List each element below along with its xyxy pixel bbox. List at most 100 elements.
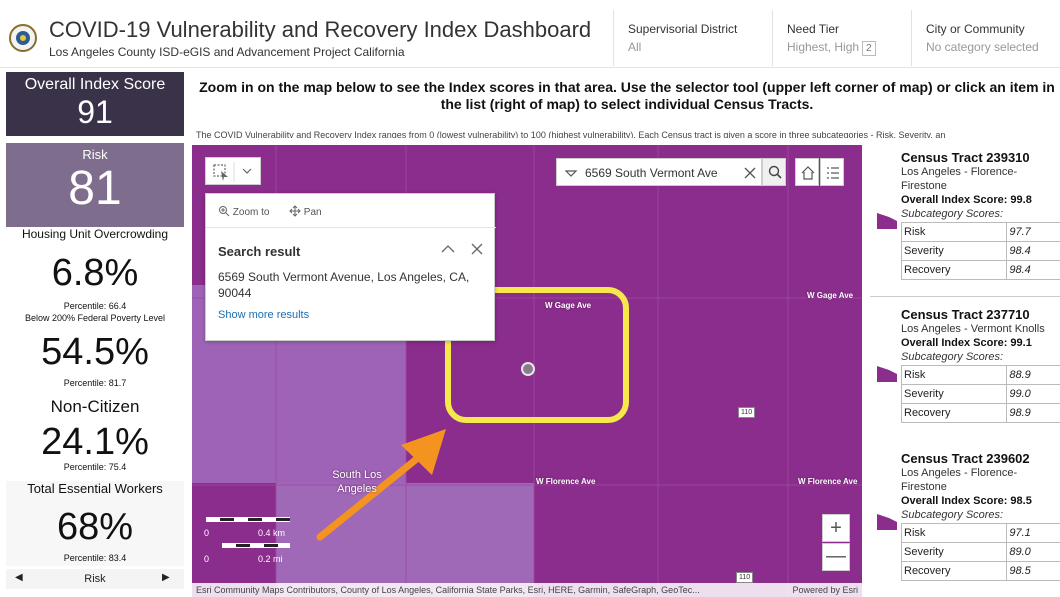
subcategory-value: 88.9: [1006, 365, 1060, 385]
metric-value: 6.8%: [51, 252, 139, 294]
neighborhood-label: South Los Angeles: [332, 469, 382, 495]
tract-list-item[interactable]: Census Tract 239310 Los Angeles - Floren…: [870, 145, 1060, 297]
index-description: The COVID Vulnerability and Recovery Ind…: [196, 129, 1060, 138]
tract-details: Census Tract 237710 Los Angeles - Vermon…: [900, 307, 1060, 423]
subcategory-name: Severity: [900, 241, 1008, 261]
subcategory-table: Risk 88.9 Severity 99.0 Recovery 98.9: [900, 365, 1060, 423]
tract-name: Census Tract 239310: [901, 150, 1030, 165]
search-source-dropdown-icon[interactable]: [557, 159, 585, 187]
tract-overall-score: Overall Index Score: 99.8: [901, 194, 1032, 206]
zoom-in-button[interactable]: +: [822, 514, 850, 542]
app-subtitle: Los Angeles County ISD-eGIS and Advancem…: [49, 45, 405, 59]
table-row: Risk 88.9: [900, 365, 1060, 385]
highway-shield: 110: [736, 572, 754, 583]
selector-tool[interactable]: [205, 157, 261, 185]
zoom-out-button[interactable]: —: [822, 543, 850, 571]
metric-percentile: Percentile: 66.4: [63, 301, 127, 311]
popup-address: 6569 South Vermont Avenue, Los Angeles, …: [218, 270, 470, 300]
table-row: Risk 97.7: [900, 222, 1060, 242]
overall-index-value: 91: [77, 94, 113, 130]
subcategory-name: Recovery: [900, 403, 1008, 423]
filter-need-tier[interactable]: Need Tier Highest, High 2: [772, 10, 910, 66]
overall-index-score-panel: Overall Index Score 91: [6, 72, 184, 136]
tract-fill-high: [192, 483, 276, 597]
filter-value-wrap: Highest, High 2: [787, 40, 910, 56]
home-button[interactable]: [795, 158, 819, 186]
metric-value: 24.1%: [41, 421, 149, 463]
clear-search-icon[interactable]: [737, 159, 765, 187]
subcategory-table: Risk 97.1 Severity 89.0 Recovery 98.5: [900, 523, 1060, 581]
selected-count-badge: 2: [862, 41, 876, 56]
tract-details: Census Tract 239310 Los Angeles - Floren…: [900, 150, 1060, 280]
tract-details: Census Tract 239602 Los Angeles - Floren…: [900, 451, 1060, 581]
attribution-text: Esri Community Maps Contributors, County…: [196, 585, 700, 595]
app-header: COVID-19 Vulnerability and Recovery Inde…: [0, 0, 1060, 68]
subcategory-value: 98.5: [1006, 561, 1060, 581]
filter-value: All: [628, 40, 642, 54]
pan-icon: [289, 205, 301, 217]
pan-label: Pan: [303, 207, 322, 218]
tract-place: Los Angeles - Florence-Firestone: [901, 467, 1018, 493]
tract-symbol-icon: [877, 366, 897, 382]
map-search-box[interactable]: [556, 158, 762, 186]
search-result-popup: Zoom to Pan Search result 6569 South Ver…: [205, 193, 496, 341]
tract-list-item[interactable]: Census Tract 239602 Los Angeles - Floren…: [870, 446, 1060, 597]
search-button[interactable]: [762, 158, 786, 186]
subcategory-heading: Subcategory Scores:: [901, 208, 1004, 220]
subcategory-table: Risk 97.7 Severity 98.4 Recovery 98.4: [900, 222, 1060, 280]
metric-essential-workers: Total Essential Workers 68% Percentile: …: [6, 481, 184, 566]
subcategory-name: Severity: [900, 542, 1008, 562]
table-row: Recovery 98.4: [900, 260, 1060, 280]
scale-km-label: 0.4 km: [258, 528, 286, 538]
collapse-popup-icon[interactable]: [440, 242, 456, 256]
metric-percentile: Percentile: 75.4: [63, 462, 127, 472]
subcategory-name: Recovery: [900, 561, 1008, 581]
subcategory-name: Risk: [900, 365, 1008, 385]
subcategory-value: 97.7: [1006, 222, 1060, 242]
list-icon: [827, 167, 839, 179]
zoom-to-action[interactable]: Zoom to: [218, 205, 269, 218]
subcategory-heading: Subcategory Scores:: [901, 509, 1004, 521]
pan-action[interactable]: Pan: [289, 205, 322, 218]
table-row: Recovery 98.5: [900, 561, 1060, 581]
filter-city-or-community[interactable]: City or Community No category selected: [911, 10, 1060, 66]
close-popup-icon[interactable]: [470, 242, 484, 256]
subcategory-value: 98.9: [1006, 403, 1060, 423]
tract-place: Los Angeles - Vermont Knolls: [901, 323, 1045, 335]
street-label: W Florence Ave: [536, 477, 596, 486]
subcategory-value: 89.0: [1006, 542, 1060, 562]
legend-button[interactable]: [820, 158, 844, 186]
vulnerability-map[interactable]: W Gage Ave W Gage Ave W Florence Ave W F…: [192, 145, 862, 597]
search-icon: [768, 165, 782, 179]
search-input[interactable]: [585, 164, 733, 182]
tract-place: Los Angeles - Florence-Firestone: [901, 166, 1018, 192]
next-arrow-icon[interactable]: ▶: [162, 572, 170, 583]
search-location-marker[interactable]: [521, 362, 535, 376]
subcategory-value: 98.4: [1006, 260, 1060, 280]
metric-title: Total Essential Workers: [27, 481, 163, 496]
risk-value: 81: [68, 162, 122, 215]
tract-symbol-icon: [877, 213, 897, 229]
zoom-to-icon: [219, 206, 230, 217]
home-icon: [801, 166, 815, 180]
filter-value: Highest, High: [787, 40, 860, 54]
tract-overall-score: Overall Index Score: 99.1: [901, 337, 1032, 349]
metric-below-poverty: Below 200% Federal Poverty Level 54.5% P…: [6, 313, 184, 398]
scale-mi-label: 0.2 mi: [258, 554, 283, 564]
table-row: Severity 99.0: [900, 384, 1060, 404]
table-row: Severity 89.0: [900, 542, 1060, 562]
indicator-pager: ◀ Risk ▶: [6, 569, 184, 589]
powered-by-esri-link[interactable]: Powered by Esri: [792, 585, 858, 595]
show-more-results-link[interactable]: Show more results: [218, 309, 309, 321]
filter-label: Need Tier: [787, 22, 840, 36]
subcategory-name: Risk: [900, 222, 1008, 242]
popup-title: Search result: [218, 244, 301, 259]
app-title: COVID-19 Vulnerability and Recovery Inde…: [49, 17, 592, 42]
filter-supervisorial-district[interactable]: Supervisorial District All: [613, 10, 770, 66]
tract-name: Census Tract 237710: [901, 307, 1030, 322]
subcategory-value: 99.0: [1006, 384, 1060, 404]
tract-overall-score: Overall Index Score: 98.5: [901, 495, 1032, 507]
metric-value: 68%: [56, 506, 134, 548]
tract-list-item[interactable]: Census Tract 237710 Los Angeles - Vermon…: [870, 302, 1060, 454]
subcategory-value: 98.4: [1006, 241, 1060, 261]
